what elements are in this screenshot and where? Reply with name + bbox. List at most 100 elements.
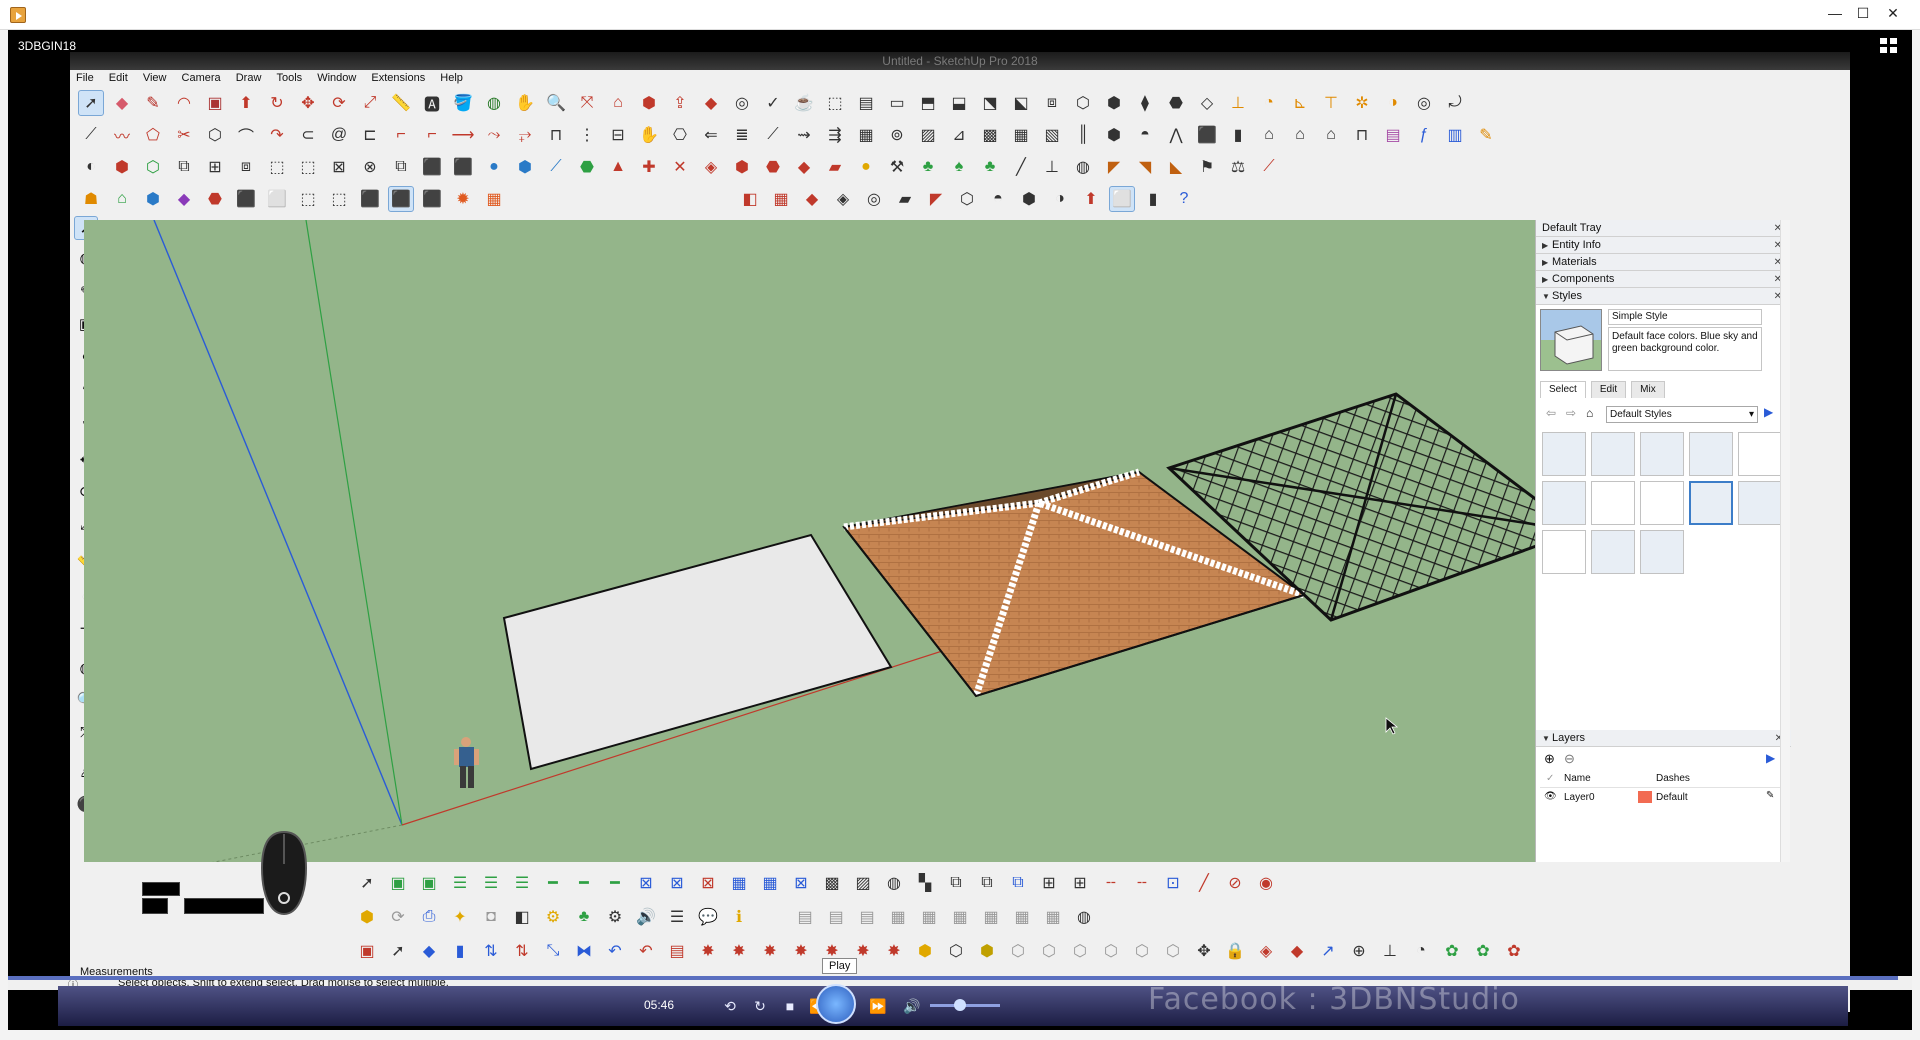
help-icon[interactable]: ? — [1171, 186, 1197, 212]
red-shape-1-icon[interactable]: ▲ — [605, 154, 631, 180]
eye-icon[interactable]: 👁 — [1544, 791, 1557, 802]
weld-tool-icon[interactable]: ⥅ — [512, 122, 538, 148]
style-collection-select[interactable]: Default Styles — [1606, 406, 1758, 423]
tray-scrollbar[interactable] — [1780, 220, 1790, 872]
select-arrow-icon[interactable]: ➚ — [354, 870, 380, 896]
outer-shell-icon[interactable]: ⧉ — [388, 154, 414, 180]
joint-tool-icon[interactable]: ⎔ — [667, 122, 693, 148]
chat-icon[interactable]: 💬 — [695, 904, 721, 930]
back-arrow-icon[interactable]: ⇦ — [1546, 406, 1556, 420]
gear-icon[interactable]: ⚙ — [602, 904, 628, 930]
paint-bucket-icon[interactable]: 🪣 — [450, 90, 476, 116]
cube-3-icon[interactable]: ⬚ — [295, 186, 321, 212]
cube-line-6-icon[interactable]: ⬡ — [1160, 938, 1186, 964]
panel-tool-icon[interactable]: ▩ — [977, 122, 1003, 148]
hidden-line-icon[interactable]: ⬢ — [1101, 90, 1127, 116]
zoom-in-box-icon[interactable]: ▣ — [416, 870, 442, 896]
sphere-icon[interactable]: ● — [481, 154, 507, 180]
layers-details-icon[interactable]: ▶ — [1766, 751, 1775, 765]
line-tool-icon[interactable]: ⟋ — [78, 122, 104, 148]
dome-tool-icon[interactable]: ◓ — [1132, 122, 1158, 148]
offset-tool-icon[interactable]: ⊏ — [357, 122, 383, 148]
grid-grey-2-icon[interactable]: ▦ — [916, 904, 942, 930]
hand-tool-icon[interactable]: ✋ — [636, 122, 662, 148]
move-arrows-icon[interactable]: ✥ — [1191, 938, 1217, 964]
curve-tool-icon[interactable]: ⌒ — [233, 122, 259, 148]
menu-window[interactable]: Window — [311, 70, 362, 86]
volume-knob[interactable] — [954, 999, 966, 1011]
grid-grey-1-icon[interactable]: ▦ — [885, 904, 911, 930]
dimension-icon[interactable]: ⊥ — [1225, 90, 1251, 116]
shape-b-icon[interactable]: ◓ — [985, 186, 1011, 212]
home-icon[interactable]: ⌂ — [1318, 122, 1344, 148]
maximize-button[interactable]: ☐ — [1850, 2, 1876, 24]
profile-tool-icon[interactable]: ⊓ — [543, 122, 569, 148]
printer-icon[interactable]: ⎙ — [416, 904, 442, 930]
curve-blue-icon[interactable]: ↗ — [1315, 938, 1341, 964]
measure-line-icon[interactable]: ⟋ — [1256, 154, 1282, 180]
split-solid-icon[interactable]: ⊗ — [357, 154, 383, 180]
view-iso-icon[interactable]: ⬒ — [915, 90, 941, 116]
refresh-icon[interactable]: ⟳ — [385, 904, 411, 930]
cube-1-icon[interactable]: ⬛ — [233, 186, 259, 212]
intersect-icon[interactable]: ⧈ — [233, 154, 259, 180]
protractor-icon[interactable]: ◔ — [1256, 90, 1282, 116]
zoom-box-icon[interactable]: ▣ — [385, 870, 411, 896]
tree-1-icon[interactable]: ♣ — [915, 154, 941, 180]
brush-red-icon[interactable]: ╱ — [1191, 870, 1217, 896]
fix-4-icon[interactable]: ✸ — [788, 938, 814, 964]
nodes-3-icon[interactable]: ⧉ — [1005, 870, 1031, 896]
fix-2-icon[interactable]: ✸ — [726, 938, 752, 964]
ruby-icon[interactable]: ◆ — [698, 90, 724, 116]
model-viewport[interactable] — [84, 220, 1554, 872]
fold-6-icon[interactable]: ▰ — [892, 186, 918, 212]
section-plane-icon[interactable]: ⬕ — [1008, 90, 1034, 116]
tray-section-layers[interactable]: ▼ Layers ✕ — [1536, 730, 1791, 747]
camera-icon[interactable]: ◘ — [478, 904, 504, 930]
tree-3-icon[interactable]: ♣ — [977, 154, 1003, 180]
red-shape-8-icon[interactable]: ▰ — [822, 154, 848, 180]
arrow-select-icon[interactable]: ➚ — [385, 938, 411, 964]
pencil-yellow-icon[interactable]: ✎ — [1473, 122, 1499, 148]
target-icon[interactable]: ◎ — [1411, 90, 1437, 116]
orbit-tool-icon[interactable]: ◍ — [481, 90, 507, 116]
fast-forward-icon[interactable]: ⏩ — [864, 992, 892, 1020]
tray-section-styles[interactable]: ▼ Styles ✕ — [1536, 288, 1790, 305]
red-shape-6-icon[interactable]: ⬣ — [760, 154, 786, 180]
stop-icon[interactable]: ■ — [776, 992, 804, 1020]
table-2-icon[interactable]: ⊞ — [1067, 870, 1093, 896]
speaker-icon[interactable]: 🔊 — [633, 904, 659, 930]
cube-line-1-icon[interactable]: ⬡ — [1005, 938, 1031, 964]
share-model-icon[interactable]: ⇪ — [667, 90, 693, 116]
cut-red-icon[interactable]: ⊘ — [1222, 870, 1248, 896]
fold-3-icon[interactable]: ◆ — [799, 186, 825, 212]
trim-solid-icon[interactable]: ⊠ — [326, 154, 352, 180]
forward-arrow-icon[interactable]: ⇨ — [1566, 406, 1576, 420]
box-x1-icon[interactable]: ⊠ — [633, 870, 659, 896]
line-1-icon[interactable]: ━ — [540, 870, 566, 896]
wireframe-icon[interactable]: ⬡ — [1070, 90, 1096, 116]
scale-tool-icon[interactable]: ⤢ — [357, 90, 383, 116]
line-2-icon[interactable]: ━ — [571, 870, 597, 896]
frame-blue-icon[interactable]: ⊡ — [1160, 870, 1186, 896]
plant-1-icon[interactable]: ✿ — [1439, 938, 1465, 964]
xray-icon[interactable]: ⧈ — [1039, 90, 1065, 116]
fx-icon[interactable]: ƒ — [1411, 122, 1437, 148]
fillet-tool-icon[interactable]: ⌐ — [388, 122, 414, 148]
cube-4-icon[interactable]: ⬚ — [326, 186, 352, 212]
style-thumb-10[interactable] — [1738, 481, 1782, 525]
tag-yellow-icon[interactable]: ✦ — [447, 904, 473, 930]
arrows-red-icon[interactable]: ⇅ — [509, 938, 535, 964]
menu-draw[interactable]: Draw — [230, 70, 268, 86]
checker-icon[interactable]: ▚ — [912, 870, 938, 896]
entity-info-icon[interactable]: ◐ — [78, 154, 104, 180]
pipe-tool-icon[interactable]: ⊚ — [884, 122, 910, 148]
account-icon[interactable]: ◎ — [729, 90, 755, 116]
fold-7-icon[interactable]: ◤ — [923, 186, 949, 212]
fix-3-icon[interactable]: ✸ — [757, 938, 783, 964]
arrows-blue-icon[interactable]: ⇅ — [478, 938, 504, 964]
stairs-tool-icon[interactable]: ⊟ — [605, 122, 631, 148]
white-plane[interactable] — [502, 533, 893, 771]
fold-4-icon[interactable]: ◈ — [830, 186, 856, 212]
house-icon[interactable]: ⌂ — [1256, 122, 1282, 148]
